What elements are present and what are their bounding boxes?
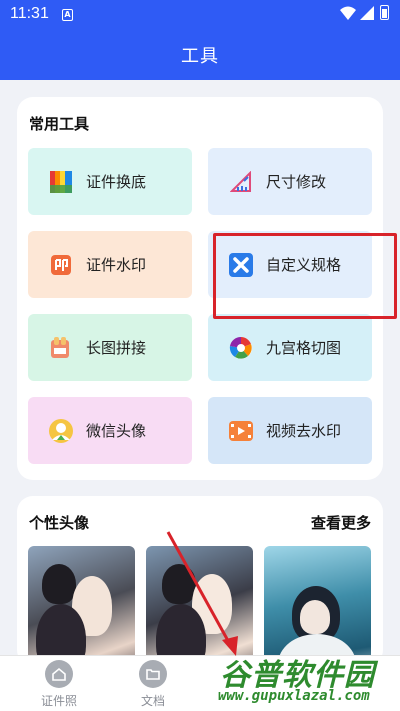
avatar-figure bbox=[42, 564, 76, 604]
sim-card-icon: A bbox=[62, 9, 73, 21]
aperture-grid-icon bbox=[228, 335, 254, 361]
tool-label: 视频去水印 bbox=[266, 422, 342, 440]
tool-label: 证件换底 bbox=[86, 173, 147, 191]
color-palette-icon bbox=[48, 169, 74, 195]
tool-label: 证件水印 bbox=[86, 256, 147, 274]
wifi-icon bbox=[340, 6, 356, 20]
stamp-icon bbox=[48, 252, 74, 278]
signal-icon bbox=[360, 6, 374, 20]
watermark-url: www.gupuxlazal.com bbox=[218, 688, 370, 704]
tool-change-background[interactable]: 证件换底 bbox=[28, 148, 192, 215]
tool-resize[interactable]: 尺寸修改 bbox=[208, 148, 372, 215]
view-more-link[interactable]: 查看更多 bbox=[311, 512, 371, 533]
tool-label: 长图拼接 bbox=[86, 339, 147, 357]
video-watermark-icon bbox=[228, 418, 254, 444]
tool-long-image-stitch[interactable]: 长图拼接 bbox=[28, 314, 192, 381]
nav-label: 文档 bbox=[140, 694, 165, 708]
tool-video-remove-watermark[interactable]: 视频去水印 bbox=[208, 397, 372, 464]
status-bar: 11:31 A bbox=[0, 0, 400, 30]
tool-label: 九宫格切图 bbox=[266, 339, 342, 357]
section-title: 常用工具 bbox=[29, 115, 90, 133]
site-watermark: 谷普软件园 www.gupuxlazal.com bbox=[214, 648, 400, 711]
avatar-thumbnail[interactable] bbox=[28, 546, 135, 666]
wechat-avatar-icon bbox=[48, 418, 74, 444]
app-header: 11:31 A 工具 bbox=[0, 0, 400, 80]
page-title: 工具 bbox=[181, 46, 219, 67]
highlight-box bbox=[213, 233, 397, 319]
tool-wechat-avatar[interactable]: 微信头像 bbox=[28, 397, 192, 464]
tool-label: 尺寸修改 bbox=[266, 173, 327, 191]
image-stitch-icon bbox=[48, 335, 74, 361]
tool-id-watermark[interactable]: 证件水印 bbox=[28, 231, 192, 298]
section-title: 个性头像 bbox=[29, 514, 90, 532]
tool-nine-grid-cut[interactable]: 九宫格切图 bbox=[208, 314, 372, 381]
status-time: 11:31 bbox=[10, 5, 49, 22]
folder-icon bbox=[139, 660, 167, 688]
tool-label: 微信头像 bbox=[86, 422, 147, 440]
avatar-card: 个性头像 查看更多 bbox=[17, 496, 383, 666]
battery-icon bbox=[380, 5, 389, 20]
ruler-resize-icon bbox=[228, 169, 254, 195]
avatar-figure bbox=[162, 564, 196, 604]
nav-item-id-photo[interactable]: 证件照 bbox=[29, 660, 89, 709]
nav-label: 证件照 bbox=[40, 694, 77, 708]
home-icon bbox=[45, 660, 73, 688]
avatar-figure bbox=[300, 600, 330, 634]
nav-item-documents[interactable]: 文档 bbox=[123, 660, 183, 709]
common-tools-card: 常用工具 证件换底 尺寸修改 证件水印 自定义规格 长图拼接 九宫格切图 微信头… bbox=[17, 97, 397, 480]
